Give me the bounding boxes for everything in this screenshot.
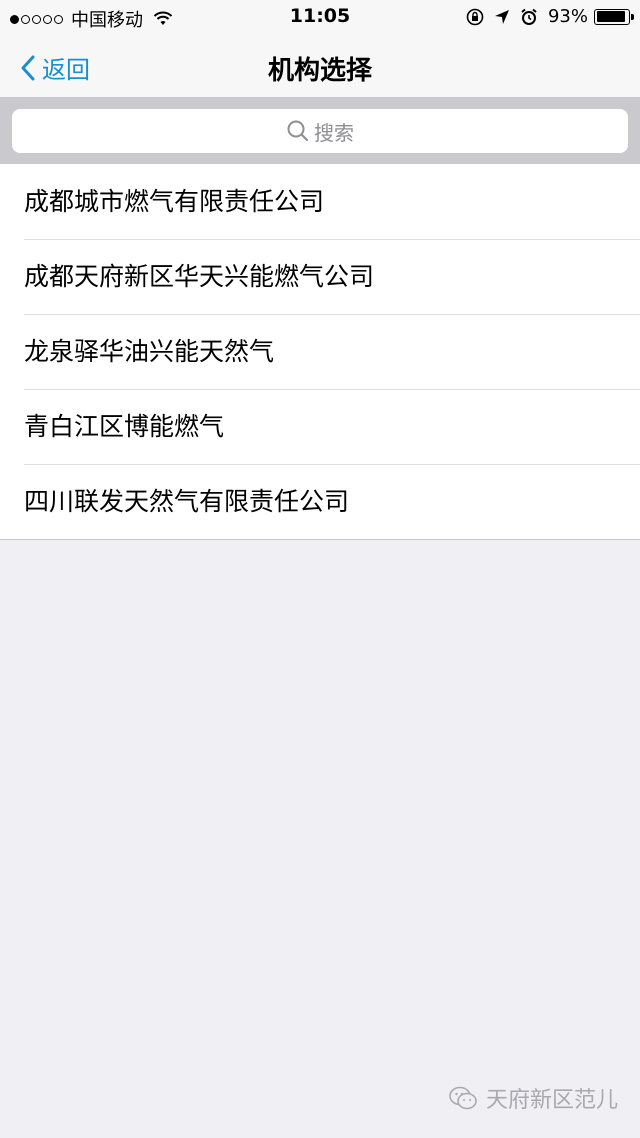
battery-fill [596,11,626,22]
institution-list: 成都城市燃气有限责任公司 成都天府新区华天兴能燃气公司 龙泉驿华油兴能天然气 青… [0,164,640,540]
wechat-icon [449,1086,477,1110]
battery-percentage: 93% [547,6,588,27]
watermark: 天府新区范儿 [448,1082,618,1114]
orientation-lock-icon [466,8,484,25]
search-bar: 搜索 [0,98,640,164]
navigation-bar: 返回 机构选择 [0,34,640,98]
battery-icon [594,8,634,25]
list-item[interactable]: 龙泉驿华油兴能天然气 [0,314,640,389]
list-item[interactable]: 成都城市燃气有限责任公司 [0,164,640,239]
search-icon [287,120,309,142]
status-right: 93% [456,6,634,27]
search-input[interactable]: 搜索 [12,109,628,153]
location-arrow-icon [494,9,509,24]
list-item[interactable]: 青白江区博能燃气 [0,389,640,464]
list-item[interactable]: 四川联发天然气有限责任公司 [0,464,640,539]
alarm-icon [521,8,537,25]
list-item[interactable]: 成都天府新区华天兴能燃气公司 [0,239,640,314]
status-bar: 中国移动 11:05 93% [0,0,640,34]
search-placeholder: 搜索 [314,120,354,145]
page-title: 机构选择 [267,56,372,86]
watermark-text: 天府新区范儿 [485,1088,618,1113]
